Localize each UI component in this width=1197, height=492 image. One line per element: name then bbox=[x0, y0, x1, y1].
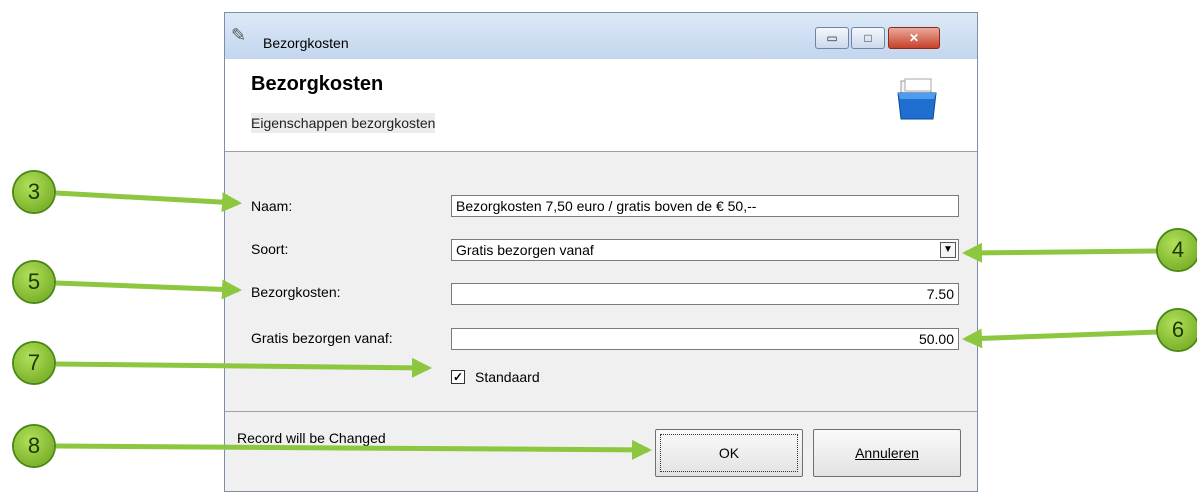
arrow-7 bbox=[55, 357, 432, 378]
annotation-badge-8: 8 bbox=[14, 426, 54, 466]
annotation-arrows bbox=[55, 190, 1159, 460]
arrow-8 bbox=[55, 439, 652, 460]
annotation-badge-7: 7 bbox=[14, 343, 54, 383]
annotation-badge-3: 3 bbox=[14, 172, 54, 212]
arrow-5 bbox=[55, 279, 242, 300]
annotation-badge-6: 6 bbox=[1158, 310, 1197, 350]
arrow-6 bbox=[962, 328, 1159, 349]
annotation-badge-4: 4 bbox=[1158, 230, 1197, 270]
annotation-badge-5: 5 bbox=[14, 262, 54, 302]
arrow-3 bbox=[55, 190, 242, 213]
arrow-4 bbox=[962, 242, 1159, 263]
